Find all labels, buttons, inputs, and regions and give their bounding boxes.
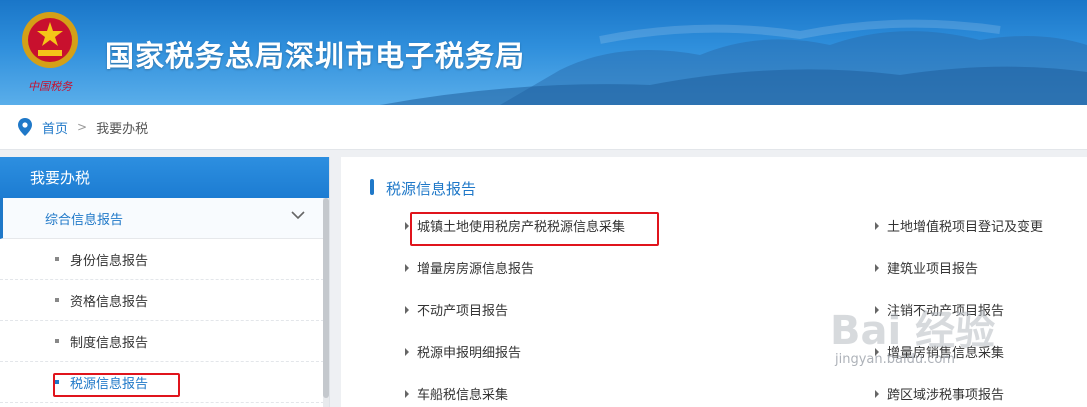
site-banner: 中国税务 国家税务总局深圳市电子税务局 (0, 0, 1087, 105)
triangle-right-icon (405, 389, 409, 398)
chevron-down-icon (291, 211, 305, 220)
link-vehicle-vessel-tax-collection[interactable]: 车船税信息采集 (405, 384, 508, 403)
baidu-jingyan-watermark: Bai 经验 (830, 308, 995, 354)
link-label: 税源申报明细报告 (417, 346, 522, 361)
site-title: 国家税务总局深圳市电子税务局 (105, 39, 526, 73)
sidebar-item-system-report[interactable]: 制度信息报告 (0, 321, 329, 362)
link-land-value-added-tax-registration[interactable]: 土地增值税项目登记及变更 (875, 216, 1043, 235)
tax-emblem-icon: 中国税务 (22, 12, 78, 93)
section-marker (370, 179, 374, 195)
breadcrumb: 首页 > 我要办税 (0, 105, 1087, 150)
link-label: 增量房房源信息报告 (417, 262, 535, 277)
bullet-icon (55, 257, 59, 261)
section-title: 税源信息报告 (386, 180, 477, 198)
breadcrumb-current: 我要办税 (96, 121, 149, 137)
link-label: 车船税信息采集 (417, 388, 509, 403)
triangle-right-icon (405, 305, 409, 314)
sidebar-item-label: 资格信息报告 (70, 294, 149, 310)
sidebar: 我要办税 综合信息报告 身份信息报告 资格信息报告 制度信息报告 税源信息报告 (0, 157, 330, 407)
link-label: 土地增值税项目登记及变更 (887, 220, 1044, 235)
sidebar-item-label: 身份信息报告 (70, 253, 149, 269)
sidebar-group-label: 综合信息报告 (45, 212, 124, 228)
sidebar-group-comprehensive-report[interactable]: 综合信息报告 (0, 198, 329, 239)
link-tax-source-declaration-detail[interactable]: 税源申报明细报告 (405, 342, 521, 361)
link-label: 不动产项目报告 (417, 304, 509, 319)
sidebar-header: 我要办税 (0, 157, 329, 198)
sidebar-item-qualification-report[interactable]: 资格信息报告 (0, 280, 329, 321)
link-construction-project-report[interactable]: 建筑业项目报告 (875, 258, 978, 277)
link-incremental-housing-report[interactable]: 增量房房源信息报告 (405, 258, 534, 277)
triangle-right-icon (875, 389, 879, 398)
breadcrumb-separator: > (77, 120, 88, 134)
svg-text:Bai 经验: Bai 经验 (830, 308, 995, 354)
sidebar-item-identity-report[interactable]: 身份信息报告 (0, 239, 329, 280)
location-pin-icon (18, 118, 32, 136)
link-label: 建筑业项目报告 (887, 262, 979, 277)
highlight-box-sidebar (53, 373, 180, 397)
breadcrumb-home-link[interactable]: 首页 (42, 118, 68, 137)
sidebar-scrollbar-thumb[interactable] (323, 198, 329, 398)
watermark-url: jingyan.baidu.com (835, 352, 955, 367)
sidebar-item-label: 制度信息报告 (70, 335, 149, 351)
bullet-icon (55, 298, 59, 302)
highlight-box-main-link (410, 212, 659, 246)
svg-text:中国税务: 中国税务 (28, 80, 73, 93)
triangle-right-icon (875, 263, 879, 272)
bullet-icon (55, 339, 59, 343)
link-real-estate-project-report[interactable]: 不动产项目报告 (405, 300, 508, 319)
triangle-right-icon (405, 347, 409, 356)
triangle-right-icon (405, 263, 409, 272)
triangle-right-icon (405, 221, 409, 230)
triangle-right-icon (875, 221, 879, 230)
